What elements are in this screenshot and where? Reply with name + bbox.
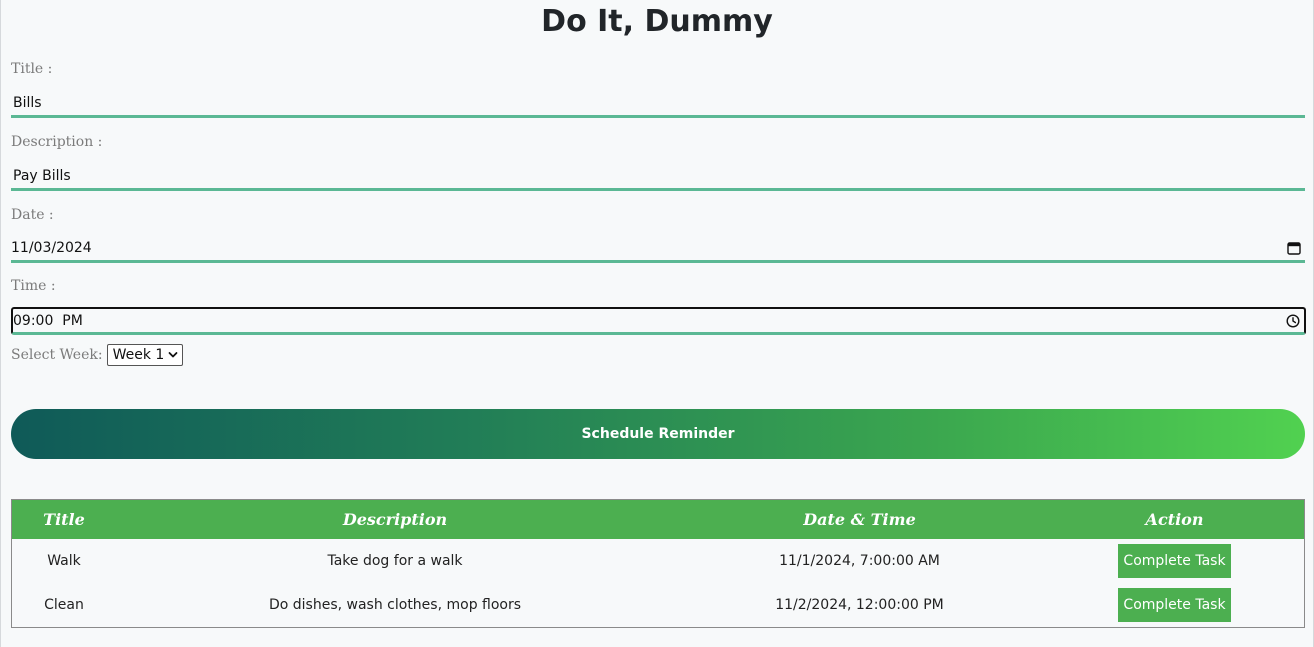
- task-datetime: 11/2/2024, 12:00:00 PM: [775, 597, 944, 613]
- page-title: Do It, Dummy: [541, 4, 773, 39]
- task-table: Title Description Date & Time Action Wal…: [11, 499, 1305, 628]
- title-input[interactable]: [11, 90, 1305, 118]
- task-datetime: 11/1/2024, 7:00:00 AM: [779, 553, 940, 569]
- chevron-down-icon: [168, 351, 178, 359]
- task-title: Walk: [47, 553, 81, 569]
- task-description: Take dog for a walk: [327, 553, 463, 569]
- time-value: 09:00 PM: [13, 312, 83, 329]
- complete-task-button[interactable]: Complete Task: [1118, 588, 1231, 622]
- description-input[interactable]: [11, 163, 1305, 191]
- time-label: Time :: [11, 278, 56, 294]
- table-body: Walk Take dog for a walk 11/1/2024, 7:00…: [12, 539, 1305, 628]
- complete-task-button[interactable]: Complete Task: [1118, 544, 1231, 578]
- header-title: Title: [11, 499, 116, 539]
- date-input[interactable]: 11/03/2024: [11, 235, 1305, 263]
- app-container: Do It, Dummy Title : Description : Date …: [0, 0, 1314, 647]
- header-description: Description: [116, 499, 674, 539]
- table-row: Walk Take dog for a walk 11/1/2024, 7:00…: [12, 539, 1305, 583]
- header-date-time: Date & Time: [674, 499, 1045, 539]
- header-action: Action: [1045, 499, 1305, 539]
- table-row: Clean Do dishes, wash clothes, mop floor…: [12, 583, 1305, 628]
- week-select[interactable]: Week 1: [106, 344, 184, 366]
- description-label: Description :: [11, 134, 103, 150]
- table-header: Title Description Date & Time Action: [11, 499, 1305, 539]
- task-description: Do dishes, wash clothes, mop floors: [268, 597, 522, 613]
- task-action-cell: Complete Task: [1045, 583, 1305, 628]
- schedule-reminder-button[interactable]: Schedule Reminder: [11, 409, 1305, 459]
- week-label: Select Week:: [11, 347, 103, 363]
- week-select-value: Week 1: [112, 347, 165, 363]
- week-row: Select Week: Week 1: [11, 344, 184, 366]
- time-input[interactable]: 09:00 PM: [11, 307, 1306, 335]
- title-label: Title :: [11, 61, 53, 77]
- task-title: Clean: [44, 597, 84, 613]
- date-label: Date :: [11, 207, 54, 223]
- date-value: 11/03/2024: [11, 239, 92, 256]
- calendar-icon[interactable]: [1286, 240, 1302, 256]
- table-header-row: Title Description Date & Time Action: [11, 499, 1305, 539]
- clock-icon[interactable]: [1285, 313, 1301, 329]
- task-action-cell: Complete Task: [1045, 539, 1305, 583]
